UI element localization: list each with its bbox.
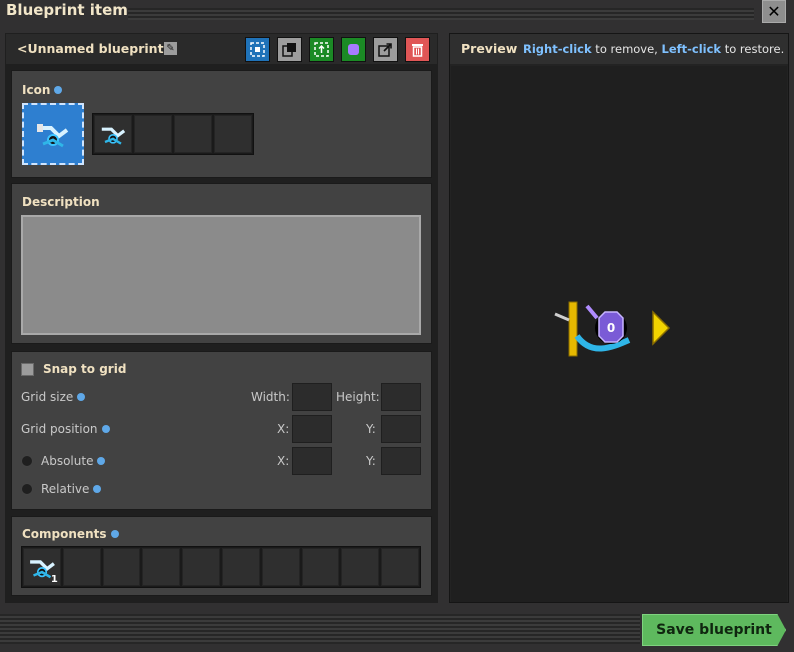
- grid-position-y-input[interactable]: [381, 415, 421, 443]
- icon-slot[interactable]: [94, 115, 132, 153]
- preview-title: Preview: [461, 41, 518, 56]
- snap-to-grid-label: Snap to grid: [43, 362, 127, 376]
- select-area-button[interactable]: [245, 37, 270, 62]
- grid-size-label: Grid size: [21, 390, 74, 404]
- smart-inserter-icon: [37, 124, 69, 148]
- info-icon: [101, 424, 110, 433]
- selected-blueprint-icon[interactable]: [22, 103, 84, 165]
- blueprint-name: <Unnamed blueprint>: [17, 41, 175, 56]
- absolute-y-input[interactable]: [381, 447, 421, 475]
- trash-icon: [412, 44, 423, 57]
- preview-canvas[interactable]: 0: [451, 66, 787, 602]
- select-area-icon: [250, 42, 265, 57]
- component-slot: [381, 548, 419, 586]
- absolute-x-input[interactable]: [292, 447, 332, 475]
- components-list: 1: [21, 546, 421, 588]
- component-count: 1: [50, 574, 58, 585]
- height-label: Height:: [336, 390, 380, 404]
- copy-blueprint-button[interactable]: [277, 37, 302, 62]
- grid-position-label: Grid position: [21, 422, 98, 436]
- close-button[interactable]: ✕: [762, 0, 786, 23]
- description-input[interactable]: [21, 215, 421, 335]
- output-arrow-icon: [652, 310, 671, 346]
- description-label: Description: [22, 195, 100, 209]
- component-slot: [182, 548, 220, 586]
- title-drag-handle[interactable]: [128, 8, 754, 20]
- x-label: X:: [277, 422, 290, 436]
- right-click-hint: Right-click: [523, 42, 592, 56]
- component-slot: [102, 548, 141, 586]
- delete-blueprint-button[interactable]: [405, 37, 430, 62]
- copy-icon: [282, 43, 296, 57]
- x-label: X:: [277, 454, 290, 468]
- component-slot: [221, 548, 260, 586]
- preview-header: Preview Right-click to remove, Left-clic…: [450, 34, 788, 64]
- smart-inserter-icon: [101, 127, 126, 145]
- module-icon: [348, 44, 359, 55]
- component-slot[interactable]: 1: [23, 548, 61, 586]
- component-slot: [261, 548, 300, 586]
- info-icon: [97, 456, 106, 465]
- pencil-icon: ✎: [166, 43, 175, 54]
- component-slot: [62, 548, 101, 586]
- snap-to-grid-checkbox[interactable]: [21, 363, 34, 376]
- absolute-radio[interactable]: [21, 455, 33, 467]
- icon-slot[interactable]: [134, 115, 172, 153]
- left-click-hint: Left-click: [661, 42, 722, 56]
- info-icon: [93, 484, 102, 493]
- y-label: Y:: [366, 454, 376, 468]
- absolute-label: Absolute: [41, 454, 94, 468]
- info-icon: [110, 529, 119, 538]
- components-label: Components: [22, 527, 107, 541]
- width-label: Width:: [251, 390, 290, 404]
- grid-height-input[interactable]: [381, 383, 421, 411]
- save-blueprint-button[interactable]: Save blueprint: [642, 614, 786, 646]
- reassign-area-button[interactable]: [309, 37, 334, 62]
- component-slot: [301, 548, 340, 586]
- component-slot: [341, 548, 380, 586]
- blueprint-preview-entities[interactable]: 0: [451, 66, 787, 602]
- relative-label: Relative: [41, 482, 90, 496]
- component-slot: [142, 548, 181, 586]
- icon-slots: [92, 113, 254, 155]
- footer-drag-handle: [0, 614, 640, 644]
- grid-width-input[interactable]: [292, 383, 332, 411]
- export-icon: [378, 43, 392, 57]
- title-bar[interactable]: Blueprint item: [0, 0, 794, 26]
- info-icon: [54, 85, 63, 94]
- relative-radio[interactable]: [21, 483, 33, 495]
- info-icon: [77, 392, 86, 401]
- combinator-value: 0: [607, 321, 615, 335]
- icon-section-label: Icon: [22, 83, 51, 97]
- grid-position-x-input[interactable]: [292, 415, 332, 443]
- upgrade-blueprint-button[interactable]: [341, 37, 366, 62]
- constant-combinator-icon[interactable]: 0: [598, 311, 624, 343]
- rename-button[interactable]: ✎: [164, 42, 177, 55]
- y-label: Y:: [366, 422, 376, 436]
- icon-slot[interactable]: [174, 115, 212, 153]
- export-string-button[interactable]: [373, 37, 398, 62]
- preview-hint: Right-click to remove, Left-click to res…: [523, 42, 785, 56]
- icon-slot[interactable]: [214, 115, 252, 153]
- window-title: Blueprint item: [6, 1, 128, 19]
- reassign-area-icon: [314, 42, 329, 57]
